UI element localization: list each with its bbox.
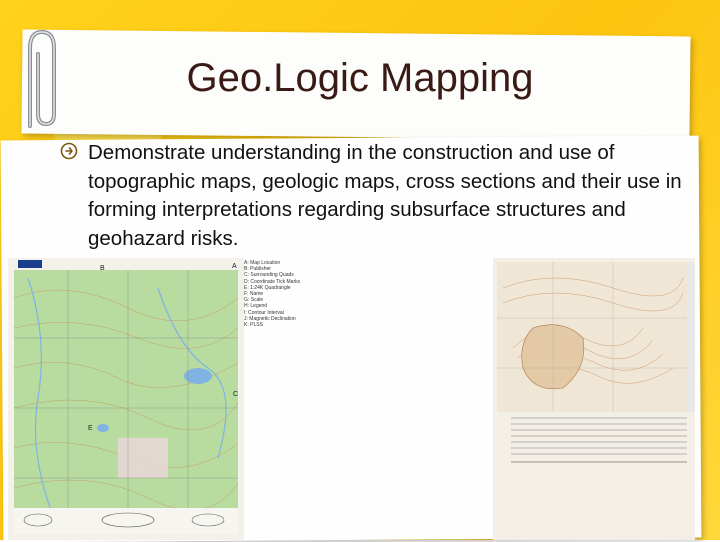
slide-title: Geo.Logic Mapping (186, 56, 534, 100)
map-letter: A (232, 263, 237, 270)
legend-item: K: PLSS (244, 322, 263, 329)
arrow-circle-icon (60, 142, 78, 160)
geologic-map-image (493, 258, 695, 540)
map-letter: C (233, 391, 238, 398)
map-letter: E (88, 425, 93, 432)
map-letter: B (100, 265, 105, 272)
map-legend: A: Map Location B: Publisher C: Surround… (244, 260, 324, 328)
topographic-map-image: B A E C (8, 258, 244, 540)
bullet-text: Demonstrate understanding in the constru… (88, 141, 682, 250)
